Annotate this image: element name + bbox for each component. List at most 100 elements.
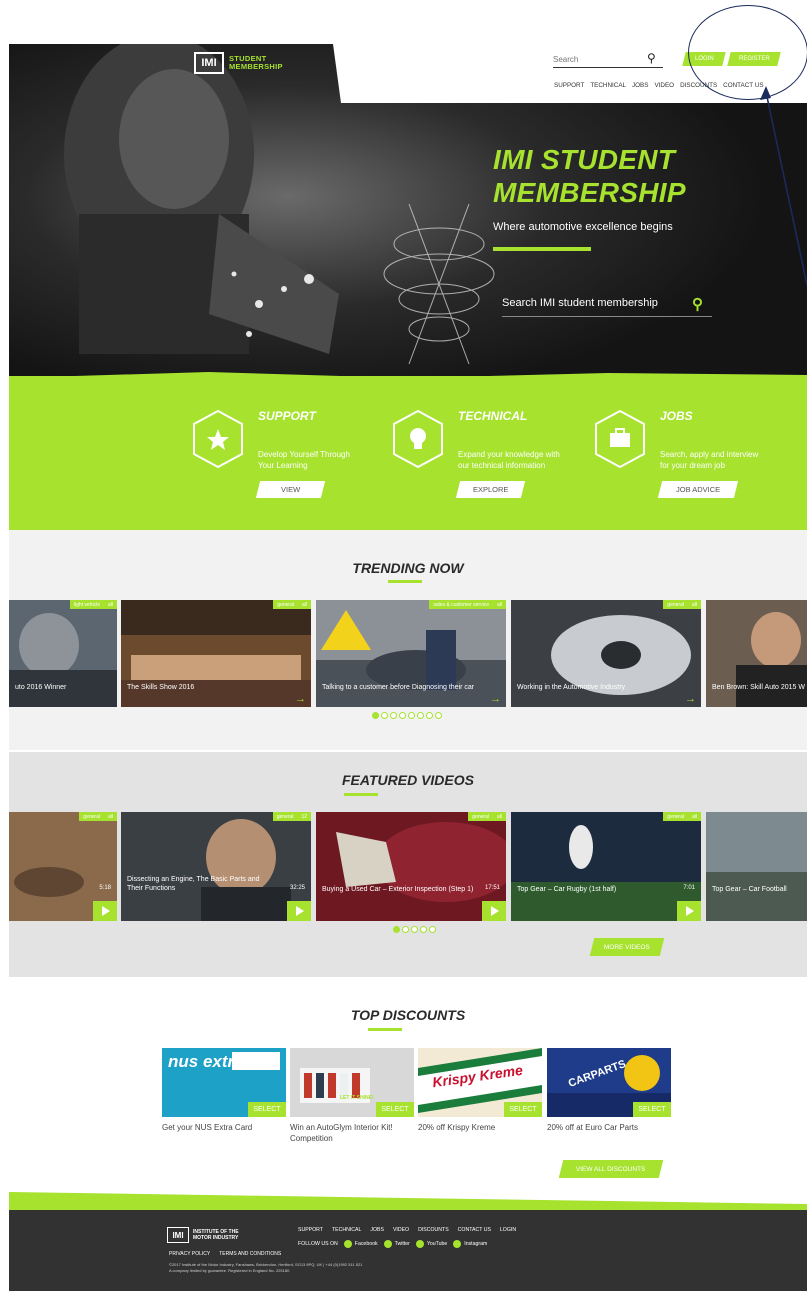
footer-nav-contact-us[interactable]: CONTACT US bbox=[458, 1227, 491, 1233]
briefcase-icon bbox=[595, 409, 645, 469]
more-videos-button[interactable]: MORE VIDEOS bbox=[589, 938, 665, 956]
logo-line-2: MEMBERSHIP bbox=[229, 62, 283, 71]
footer-logo-wordmark: INSTITUTE OF THE MOTOR INDUSTRY bbox=[193, 1229, 239, 1241]
nav-video[interactable]: VIDEO bbox=[654, 82, 674, 89]
footer-nav-video[interactable]: VIDEO bbox=[393, 1227, 409, 1233]
footer-nav-login[interactable]: LOGIN bbox=[500, 1227, 516, 1233]
pagination-dot[interactable] bbox=[393, 926, 400, 933]
pagination-dot[interactable] bbox=[417, 712, 424, 719]
feature-desc-support-line-2: Your Learning bbox=[258, 461, 308, 470]
pagination-dot[interactable] bbox=[408, 712, 415, 719]
feature-desc-jobs: Search, apply and interview for your dre… bbox=[660, 449, 780, 471]
discount-card-krispy-kreme[interactable]: Krispy Kreme SELECT bbox=[418, 1048, 542, 1117]
footer-nav-discounts[interactable]: DISCOUNTS bbox=[418, 1227, 449, 1233]
facebook-link[interactable]: Facebook bbox=[343, 1240, 378, 1248]
footer-nav-jobs[interactable]: JOBS bbox=[370, 1227, 384, 1233]
pagination-dot[interactable] bbox=[426, 712, 433, 719]
hero-search-input[interactable]: Search IMI student membership bbox=[502, 297, 712, 317]
pagination-dot[interactable] bbox=[381, 712, 388, 719]
pagination-dot[interactable] bbox=[372, 712, 379, 719]
card-tag: sales & customer service all bbox=[429, 600, 506, 609]
site-logo[interactable]: IMI STUDENT MEMBERSHIP bbox=[194, 52, 283, 74]
footer-copyright: ©2017 Institute of the Motor Industry, F… bbox=[169, 1262, 469, 1274]
feature-desc-support: Develop Yourself Through Your Learning bbox=[258, 449, 378, 471]
video-card[interactable]: Top Gear – Car Football bbox=[706, 812, 807, 921]
card-tag-label: general bbox=[83, 813, 100, 820]
pagination-dot[interactable] bbox=[390, 712, 397, 719]
more-videos-label: MORE VIDEOS bbox=[604, 943, 650, 951]
videos-accent-bar bbox=[344, 793, 378, 796]
card-tag-label: general bbox=[472, 813, 489, 820]
pagination-dot[interactable] bbox=[402, 926, 409, 933]
play-icon[interactable] bbox=[93, 901, 117, 921]
footer-logo[interactable]: IMI INSTITUTE OF THE MOTOR INDUSTRY bbox=[167, 1227, 239, 1243]
video-card[interactable]: general 12 Dissecting an Engine, The Basi… bbox=[121, 812, 311, 921]
nav-technical[interactable]: TECHNICAL bbox=[590, 82, 626, 89]
videos-title: FEATURED VIDEOS bbox=[342, 772, 474, 788]
twitter-link[interactable]: Twitter bbox=[383, 1240, 410, 1248]
select-button[interactable]: SELECT bbox=[633, 1102, 671, 1117]
pagination-dot[interactable] bbox=[411, 926, 418, 933]
trending-card[interactable]: general all The Skills Show 2016 → bbox=[121, 600, 311, 707]
youtube-link[interactable]: YouTube bbox=[415, 1240, 447, 1248]
pagination-dot[interactable] bbox=[420, 926, 427, 933]
play-icon[interactable] bbox=[677, 901, 701, 921]
instagram-link[interactable]: Instagram bbox=[453, 1240, 487, 1248]
select-button[interactable]: SELECT bbox=[504, 1102, 542, 1117]
hero-search-icon[interactable]: ⚲ bbox=[692, 295, 703, 313]
feature-desc-technical-line-1: Expand your knowledge with bbox=[458, 450, 560, 459]
trending-card[interactable]: light vehicle all uto 2016 Winner bbox=[9, 600, 117, 707]
footer-nav-support[interactable]: SUPPORT bbox=[298, 1227, 323, 1233]
video-card[interactable]: general all Buying a Used Car – Exterior … bbox=[316, 812, 506, 921]
footer-logo-mark: IMI bbox=[167, 1227, 189, 1243]
explore-button[interactable]: EXPLORE bbox=[455, 481, 526, 498]
card-tag-level: all bbox=[691, 601, 697, 608]
nav-jobs[interactable]: JOBS bbox=[632, 82, 648, 89]
card-caption: Working in the Automotive Industry bbox=[517, 684, 626, 691]
select-button[interactable]: SELECT bbox=[248, 1102, 286, 1117]
search-icon[interactable]: ⚲ bbox=[647, 51, 656, 65]
discount-card-nus[interactable]: nus extra SELECT bbox=[162, 1048, 286, 1117]
feature-desc-technical: Expand your knowledge with our technical… bbox=[458, 449, 578, 471]
trending-section: TRENDING NOW light vehicle all uto 2016 W… bbox=[9, 530, 807, 750]
privacy-policy-link[interactable]: PRIVACY POLICY bbox=[169, 1251, 210, 1257]
job-advice-button[interactable]: JOB ADVICE bbox=[657, 481, 739, 498]
video-card[interactable]: general all 5:18 bbox=[9, 812, 117, 921]
discount-image-text: LET IT SHINE! bbox=[340, 1095, 374, 1101]
video-card[interactable]: general all Top Gear – Car Rugby (1st hal… bbox=[511, 812, 701, 921]
trending-title: TRENDING NOW bbox=[352, 560, 464, 576]
footer-logo-line-2: MOTOR INDUSTRY bbox=[193, 1235, 239, 1241]
facebook-icon bbox=[343, 1240, 352, 1248]
features-band: SUPPORT Develop Yourself Through Your Le… bbox=[9, 376, 807, 530]
trending-accent-bar bbox=[388, 580, 422, 583]
view-all-discounts-button[interactable]: VIEW ALL DISCOUNTS bbox=[558, 1160, 664, 1178]
logo-mark: IMI bbox=[194, 52, 224, 74]
discount-card-euro-car-parts[interactable]: CARPARTS SELECT bbox=[547, 1048, 671, 1117]
card-caption: Talking to a customer before Diagnosing … bbox=[322, 684, 475, 691]
pagination-dot[interactable] bbox=[429, 926, 436, 933]
discount-label-line-1: Win an AutoGlym Interior Kit! bbox=[290, 1123, 393, 1132]
trending-card[interactable]: sales & customer service all Talking to a… bbox=[316, 600, 506, 707]
trending-card[interactable]: Ben Brown: Skill Auto 2015 W bbox=[706, 600, 807, 707]
footer-nav-technical[interactable]: TECHNICAL bbox=[332, 1227, 361, 1233]
card-tag-level: all bbox=[301, 601, 307, 608]
feature-title-technical: TECHNICAL bbox=[458, 409, 528, 423]
terms-link[interactable]: TERMS AND CONDITIONS bbox=[219, 1251, 281, 1257]
view-button[interactable]: VIEW bbox=[255, 481, 326, 498]
play-icon[interactable] bbox=[287, 901, 311, 921]
trending-card[interactable]: general all Working in the Automotive Ind… bbox=[511, 600, 701, 707]
discount-card-autoglym[interactable]: LET IT SHINE! SELECT bbox=[290, 1048, 414, 1117]
pagination-dot[interactable] bbox=[435, 712, 442, 719]
play-icon[interactable] bbox=[482, 901, 506, 921]
card-tag-label: general bbox=[277, 601, 294, 608]
footer-nav: SUPPORT TECHNICAL JOBS VIDEO DISCOUNTS C… bbox=[298, 1227, 516, 1233]
card-caption: Top Gear – Car Football bbox=[712, 886, 787, 893]
feature-desc-jobs-line-2: for your dream job bbox=[660, 461, 725, 470]
card-tag: light vehicle all bbox=[69, 600, 117, 609]
nav-support[interactable]: SUPPORT bbox=[554, 82, 584, 89]
top-discounts-section: TOP DISCOUNTS nus extra SELECT Get your … bbox=[9, 977, 807, 1192]
pagination-dot[interactable] bbox=[399, 712, 406, 719]
discount-image-text: nus extra bbox=[168, 1052, 244, 1071]
lightbulb-icon bbox=[393, 409, 443, 469]
select-button[interactable]: SELECT bbox=[376, 1102, 414, 1117]
